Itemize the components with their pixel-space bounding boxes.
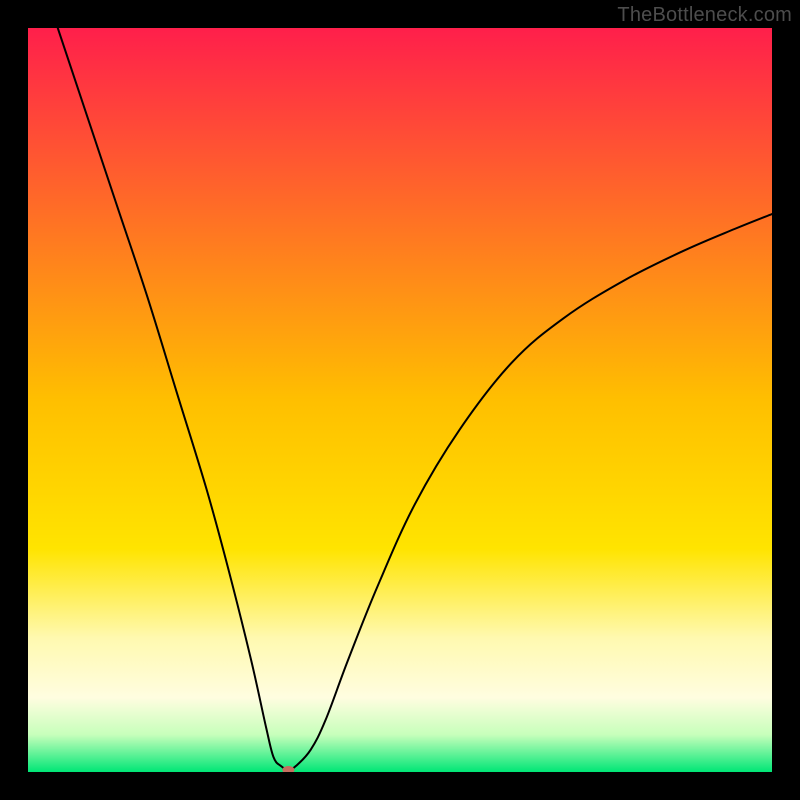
watermark-text: TheBottleneck.com bbox=[617, 4, 792, 27]
chart-svg bbox=[28, 28, 772, 772]
chart-frame: TheBottleneck.com bbox=[0, 0, 800, 800]
plot-area bbox=[28, 28, 772, 772]
chart-background bbox=[28, 28, 772, 772]
